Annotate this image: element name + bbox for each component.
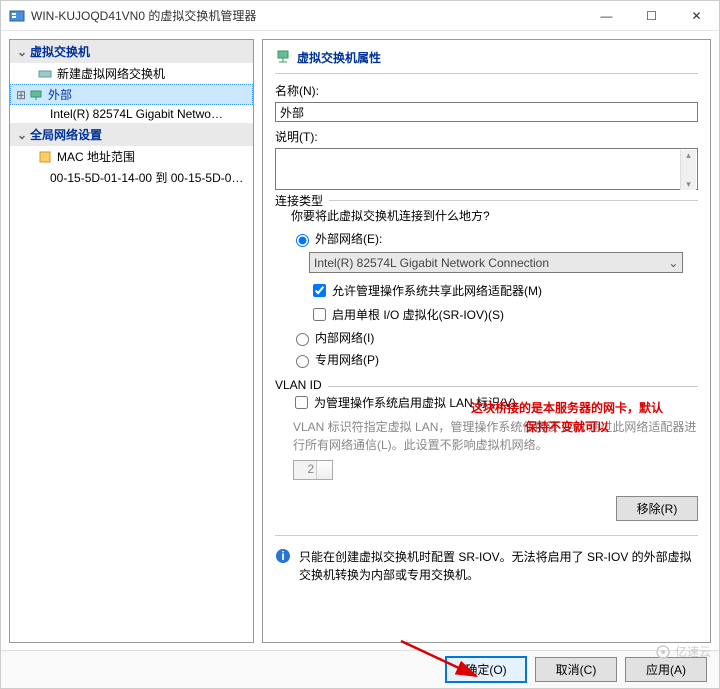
check-allow-mgmt[interactable]: 允许管理操作系统共享此网络适配器(M)	[309, 281, 698, 300]
tree-item-external[interactable]: ⊞ 外部	[10, 84, 253, 105]
radio-external-input[interactable]	[296, 234, 309, 247]
tree-section-switches[interactable]: ⌄ 虚拟交换机	[10, 40, 253, 63]
name-label: 名称(N):	[275, 82, 698, 99]
network-icon	[29, 88, 43, 102]
collapse-icon: ⌄	[16, 45, 28, 59]
tree-item-new-switch[interactable]: 新建虚拟网络交换机	[10, 63, 253, 84]
radio-private[interactable]: 专用网络(P)	[291, 351, 698, 368]
desc-input[interactable]: ▴▾	[275, 148, 698, 190]
tree-section-label: 全局网络设置	[30, 126, 102, 143]
remove-button[interactable]: 移除(R)	[616, 496, 698, 521]
check-allow-mgmt-label: 允许管理操作系统共享此网络适配器(M)	[332, 282, 542, 299]
scrollbar[interactable]: ▴▾	[680, 150, 696, 190]
tree-item-label: 外部	[48, 86, 72, 103]
chevron-down-icon: ⌄	[668, 256, 678, 270]
vlan-group-label: VLAN ID	[275, 378, 328, 392]
watermark: 亿速云	[655, 643, 711, 660]
info-message: 只能在创建虚拟交换机时配置 SR-IOV。无法将启用了 SR-IOV 的外部虚拟…	[299, 548, 698, 584]
window-title: WIN-KUJOQD41VN0 的虚拟交换机管理器	[31, 7, 584, 24]
tree-section-label: 虚拟交换机	[30, 43, 90, 60]
maximize-button[interactable]: ☐	[629, 1, 674, 31]
content-area: ⌄ 虚拟交换机 新建虚拟网络交换机 ⊞ 外部 Intel(R) 82574L G…	[1, 31, 719, 643]
close-button[interactable]: ✕	[674, 1, 719, 31]
tree-item-mac[interactable]: MAC 地址范围	[10, 146, 253, 167]
vlan-id-input[interactable]: 2	[293, 460, 333, 480]
tree-item-mac-range[interactable]: 00-15-5D-01-14-00 到 00-15-5D-0…	[10, 167, 253, 188]
check-vlan-input[interactable]	[295, 396, 308, 409]
check-allow-mgmt-input[interactable]	[313, 284, 326, 297]
radio-external-label: 外部网络(E):	[315, 230, 382, 247]
expand-icon: ⊞	[15, 88, 27, 102]
cancel-button[interactable]: 取消(C)	[535, 657, 617, 682]
radio-internal[interactable]: 内部网络(I)	[291, 329, 698, 346]
tree-item-label: MAC 地址范围	[57, 148, 135, 165]
nic-select-value: Intel(R) 82574L Gigabit Network Connecti…	[314, 256, 549, 270]
tree-panel: ⌄ 虚拟交换机 新建虚拟网络交换机 ⊞ 外部 Intel(R) 82574L G…	[9, 39, 254, 643]
watermark-icon	[655, 644, 671, 660]
info-row: i 只能在创建虚拟交换机时配置 SR-IOV。无法将启用了 SR-IOV 的外部…	[275, 535, 698, 584]
ok-button[interactable]: 确定(O)	[445, 656, 527, 683]
tree-item-label: 00-15-5D-01-14-00 到 00-15-5D-0…	[50, 169, 243, 186]
panel-title-row: 虚拟交换机属性	[275, 48, 698, 74]
radio-private-input[interactable]	[296, 355, 309, 368]
network-icon	[275, 48, 291, 67]
radio-external[interactable]: 外部网络(E):	[291, 230, 698, 247]
check-sriov-label: 启用单根 I/O 虚拟化(SR-IOV)(S)	[332, 306, 504, 323]
svg-text:i: i	[281, 549, 284, 563]
tree-item-label: Intel(R) 82574L Gigabit Netwo…	[50, 107, 223, 121]
tree-section-global[interactable]: ⌄ 全局网络设置	[10, 123, 253, 146]
scroll-down-icon: ▾	[686, 179, 691, 190]
radio-internal-input[interactable]	[296, 333, 309, 346]
minimize-button[interactable]: —	[584, 1, 629, 31]
desc-label: 说明(T):	[275, 128, 698, 145]
name-input[interactable]	[275, 102, 698, 122]
check-sriov-input[interactable]	[313, 308, 326, 321]
tree-item-nic[interactable]: Intel(R) 82574L Gigabit Netwo…	[10, 105, 253, 123]
radio-internal-label: 内部网络(I)	[315, 329, 374, 346]
properties-panel: 虚拟交换机属性 名称(N): 说明(T): ▴▾ 连接类型 你要将此虚拟交换机连…	[262, 39, 711, 643]
switch-icon	[38, 67, 52, 81]
check-sriov[interactable]: 启用单根 I/O 虚拟化(SR-IOV)(S)	[309, 305, 698, 324]
bottom-bar: 确定(O) 取消(C) 应用(A)	[1, 650, 719, 688]
titlebar: WIN-KUJOQD41VN0 的虚拟交换机管理器 — ☐ ✕	[1, 1, 719, 31]
collapse-icon: ⌄	[16, 128, 28, 142]
annotation-text: 这块桥接的是本服务器的网卡，默认保持不变就可以	[442, 398, 692, 435]
tree-item-label: 新建虚拟网络交换机	[57, 65, 165, 82]
nic-select[interactable]: Intel(R) 82574L Gigabit Network Connecti…	[309, 252, 683, 273]
apply-button[interactable]: 应用(A)	[625, 657, 707, 682]
conn-group-label: 连接类型	[275, 192, 329, 209]
info-icon: i	[275, 548, 291, 564]
panel-title: 虚拟交换机属性	[297, 49, 381, 66]
scroll-up-icon: ▴	[686, 150, 691, 161]
app-icon	[9, 8, 25, 24]
conn-prompt: 你要将此虚拟交换机连接到什么地方?	[291, 207, 698, 224]
mac-icon	[38, 150, 52, 164]
radio-private-label: 专用网络(P)	[315, 351, 379, 368]
